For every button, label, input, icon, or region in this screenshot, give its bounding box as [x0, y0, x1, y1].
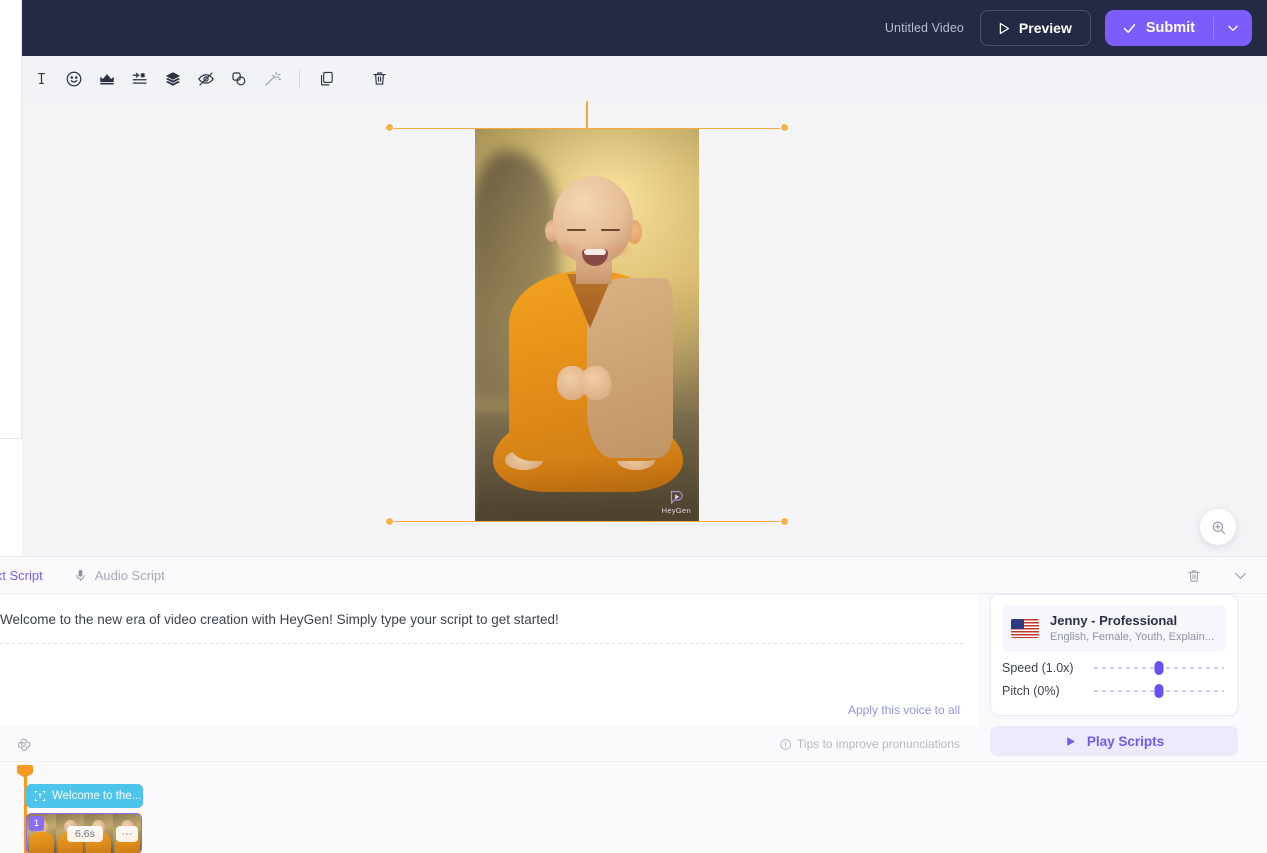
play-scripts-label: Play Scripts: [1087, 734, 1164, 749]
timeline[interactable]: Welcome to the... 1 6.6s ··· xia: [0, 761, 1267, 853]
clip-duration: 6.6s: [67, 826, 103, 842]
header-left-strip: [0, 0, 22, 56]
voice-meta: English, Female, Youth, Explain...: [1050, 630, 1214, 645]
tab-text-script[interactable]: Text Script: [0, 557, 43, 594]
submit-button-main[interactable]: Submit: [1105, 10, 1213, 46]
layers-icon[interactable]: [157, 63, 189, 95]
app-header: Untitled Video Preview Submit: [22, 0, 1267, 56]
speed-label: Speed (1.0x): [1002, 661, 1094, 675]
tab-audio-script[interactable]: Audio Script: [73, 557, 165, 594]
emoji-icon[interactable]: [58, 63, 90, 95]
heygen-video-editor: Untitled Video Preview Submit: [0, 0, 1267, 853]
monk-cheek-left: [559, 244, 576, 255]
preview-button-label: Preview: [1019, 20, 1072, 36]
duplicate-icon[interactable]: [310, 63, 342, 95]
monk-eye-left: [567, 229, 586, 234]
chevron-down-icon[interactable]: [1232, 567, 1249, 584]
heygen-watermark: HeyGen: [662, 488, 691, 515]
microphone-icon: [73, 568, 88, 583]
submit-dropdown-button[interactable]: [1214, 10, 1252, 46]
voice-name: Jenny - Professional: [1050, 612, 1214, 630]
script-text-underline: [0, 643, 963, 644]
tab-text-script-label: Text Script: [0, 568, 43, 583]
selection-handle-bottom-left[interactable]: [385, 517, 394, 526]
voice-settings-card: Jenny - Professional English, Female, Yo…: [990, 594, 1238, 716]
rotation-handle-stem: [586, 101, 588, 128]
script-text[interactable]: Welcome to the new era of video creation…: [0, 594, 978, 630]
canvas-zoom-button[interactable]: [1200, 509, 1236, 545]
selection-handle-top-right[interactable]: [780, 123, 789, 132]
chevron-down-icon: [1226, 21, 1240, 35]
canvas-toolbar: [22, 56, 1267, 101]
selected-voice[interactable]: Jenny - Professional English, Female, Yo…: [1002, 605, 1226, 652]
monk-cheek-right: [612, 244, 629, 255]
crown-icon[interactable]: [91, 63, 123, 95]
pitch-slider[interactable]: [1094, 690, 1224, 692]
delete-icon[interactable]: [363, 63, 395, 95]
pronunciation-tips-label: Tips to improve pronunciations: [797, 737, 960, 751]
magic-wand-icon[interactable]: [256, 63, 288, 95]
script-footer: Tips to improve pronunciations: [0, 726, 978, 762]
ai-spiral-icon[interactable]: [14, 735, 32, 753]
selection-handle-bottom-right[interactable]: [780, 517, 789, 526]
speed-slider-thumb[interactable]: [1155, 661, 1164, 675]
document-title[interactable]: Untitled Video: [885, 21, 964, 35]
apply-voice-to-all-link[interactable]: Apply this voice to all: [848, 703, 960, 717]
heygen-watermark-label: HeyGen: [662, 506, 691, 515]
hide-eye-icon[interactable]: [190, 63, 222, 95]
play-outline-icon: [996, 21, 1011, 36]
heygen-logo-icon: [668, 488, 685, 505]
monk-eye-right: [601, 229, 620, 234]
zoom-in-icon: [1210, 519, 1227, 536]
clip-more-button[interactable]: ···: [116, 826, 138, 842]
preview-button[interactable]: Preview: [980, 10, 1091, 46]
script-editor-area[interactable]: Welcome to the new era of video creation…: [0, 594, 978, 726]
submit-button[interactable]: Submit: [1105, 10, 1252, 46]
speed-slider-row: Speed (1.0x): [1002, 661, 1226, 675]
trash-icon[interactable]: [1186, 568, 1202, 584]
tab-audio-script-label: Audio Script: [95, 568, 165, 583]
pitch-slider-row: Pitch (0%): [1002, 684, 1226, 698]
speed-slider[interactable]: [1094, 667, 1224, 669]
timeline-script-chip-label: Welcome to the...: [52, 790, 141, 802]
left-sidebar-lower-section: [0, 438, 22, 556]
pitch-slider-thumb[interactable]: [1155, 684, 1164, 698]
pitch-label: Pitch (0%): [1002, 684, 1094, 698]
play-filled-icon: [1064, 735, 1077, 748]
selection-handle-top-left[interactable]: [385, 123, 394, 132]
clip-index-badge: 1: [29, 816, 44, 831]
monk-photo: [475, 128, 699, 522]
text-marker-icon: [34, 790, 46, 802]
text-tool-icon[interactable]: [25, 63, 57, 95]
selected-asset-stage[interactable]: HeyGen: [390, 128, 784, 522]
video-asset[interactable]: HeyGen: [475, 128, 699, 522]
align-icon[interactable]: [124, 63, 156, 95]
editor-canvas[interactable]: HeyGen: [22, 101, 1267, 556]
toolbar-divider: [299, 69, 300, 89]
us-flag-icon: [1011, 619, 1039, 638]
submit-button-label: Submit: [1146, 20, 1195, 36]
timeline-script-chip[interactable]: Welcome to the...: [26, 784, 143, 808]
timeline-clip[interactable]: 1 6.6s ···: [26, 813, 142, 853]
info-icon: [779, 738, 792, 751]
script-panel-actions: [1186, 557, 1249, 594]
play-scripts-button[interactable]: Play Scripts: [990, 726, 1238, 756]
script-tab-bar: Text Script Audio Script: [0, 557, 1267, 594]
shapes-merge-icon[interactable]: [223, 63, 255, 95]
pronunciation-tips-link[interactable]: Tips to improve pronunciations: [779, 737, 960, 751]
check-icon: [1122, 21, 1137, 36]
